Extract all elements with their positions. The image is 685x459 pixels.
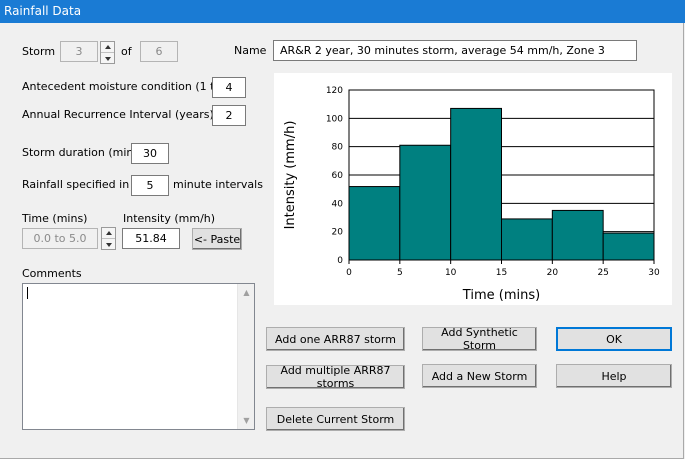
- y-tick-label: 100: [326, 114, 343, 124]
- storm-total-field: 6: [140, 41, 178, 62]
- add-one-arr87-storm-button[interactable]: Add one ARR87 storm: [266, 327, 405, 351]
- histogram-bar: [348, 186, 401, 261]
- interval-unit-label: minute intervals: [173, 178, 263, 191]
- comments-scrollbar[interactable]: ▲ ▼: [237, 284, 254, 429]
- x-tick-label: 0: [346, 268, 352, 278]
- text-caret: [27, 287, 28, 299]
- y-tick-label: 20: [332, 228, 344, 238]
- name-label: Name: [234, 44, 267, 57]
- y-tick-label: 0: [337, 256, 343, 266]
- help-button[interactable]: Help: [556, 364, 672, 388]
- x-tick-label: 15: [496, 268, 507, 278]
- interval-input[interactable]: 5: [131, 175, 169, 196]
- x-tick-label: 20: [547, 268, 559, 278]
- interval-label: Rainfall specified in: [22, 178, 130, 191]
- y-tick-label: 80: [332, 143, 344, 153]
- comments-label: Comments: [22, 267, 82, 280]
- add-multiple-arr87-storms-button[interactable]: Add multiple ARR87 storms: [266, 364, 405, 390]
- storm-spinner[interactable]: [100, 41, 115, 64]
- delete-current-storm-button[interactable]: Delete Current Storm: [266, 407, 405, 431]
- x-tick-label: 5: [397, 268, 403, 278]
- x-tick-label: 10: [445, 268, 457, 278]
- dialog-client: Storm 3 of 6 Name AR&R 2 year, 30 minute…: [0, 23, 684, 459]
- intensity-input[interactable]: 51.84: [122, 228, 180, 249]
- add-new-storm-button[interactable]: Add a New Storm: [422, 364, 537, 388]
- amc-label: Antecedent moisture condition (1 to 4): [22, 80, 236, 93]
- spin-down-icon[interactable]: [101, 53, 114, 64]
- ok-button[interactable]: OK: [556, 327, 672, 351]
- spin-down-icon[interactable]: [102, 239, 115, 250]
- amc-input[interactable]: 4: [212, 77, 246, 98]
- duration-input[interactable]: 30: [131, 143, 169, 164]
- spin-up-icon[interactable]: [102, 228, 115, 239]
- duration-label: Storm duration (mins): [22, 146, 144, 159]
- histogram-bar: [501, 218, 553, 261]
- time-spinner[interactable]: [101, 227, 116, 250]
- storm-number-field: 3: [60, 41, 98, 62]
- chart-svg: 0204060801001200 5 10 15 20 25 30 Time (mins) …: [283, 86, 660, 303]
- histogram-bar: [602, 232, 655, 261]
- window-title: Rainfall Data: [0, 0, 685, 23]
- scroll-up-icon[interactable]: ▲: [238, 284, 255, 301]
- name-input[interactable]: AR&R 2 year, 30 minutes storm, average 5…: [273, 40, 637, 61]
- histogram-bar: [399, 144, 452, 261]
- histogram-bar: [450, 107, 503, 261]
- paste-button[interactable]: <- Paste: [192, 228, 242, 250]
- spin-up-icon[interactable]: [101, 42, 114, 53]
- ari-input[interactable]: 2: [212, 105, 246, 126]
- time-range-field: 0.0 to 5.0: [22, 228, 98, 249]
- y-axis-label: Intensity (mm/h): [283, 121, 298, 230]
- time-column-label: Time (mins): [22, 212, 88, 225]
- x-axis-label: Time (mins): [462, 288, 540, 303]
- of-label: of: [121, 45, 132, 58]
- y-tick-label: 40: [332, 199, 344, 209]
- rainfall-chart: 0 20 40 60 80 100 120 0 5 10 15 20 25 30 Time (mins) …: [274, 73, 672, 305]
- y-tick-label: 60: [332, 171, 344, 181]
- x-tick-label: 30: [648, 268, 660, 278]
- intensity-column-label: Intensity (mm/h): [123, 212, 216, 225]
- y-tick-label: 120: [326, 86, 343, 96]
- x-tick-label: 25: [597, 268, 608, 278]
- comments-textarea[interactable]: ▲ ▼: [22, 283, 255, 430]
- add-synthetic-storm-button[interactable]: Add Synthetic Storm: [422, 326, 537, 352]
- histogram-bar: [551, 209, 604, 261]
- storm-label: Storm: [22, 45, 56, 58]
- scroll-down-icon[interactable]: ▼: [238, 412, 255, 429]
- ari-label: Annual Recurrence Interval (years): [22, 108, 214, 121]
